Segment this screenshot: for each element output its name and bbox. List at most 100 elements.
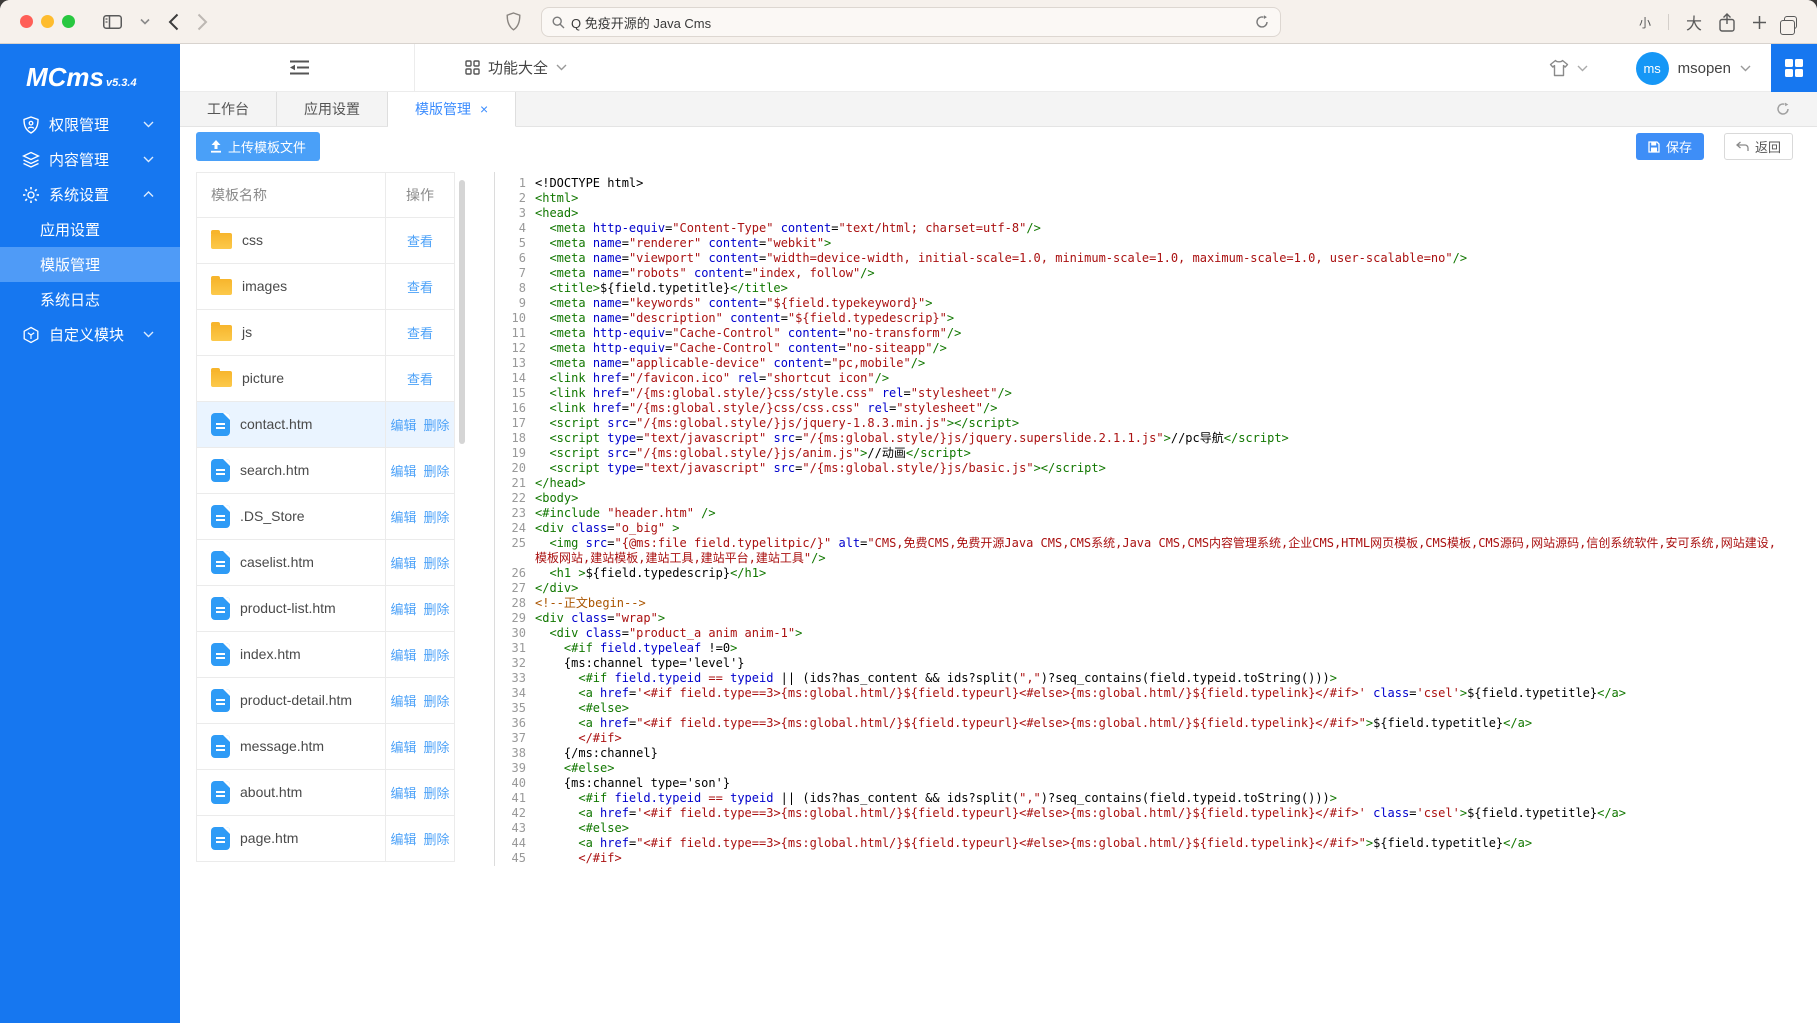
code-line[interactable]: 42 <a href='<#if field.type==3>{ms:globa…: [495, 806, 1793, 821]
code-line[interactable]: 14 <link href="/favicon.ico" rel="shortc…: [495, 371, 1793, 386]
table-row-picture[interactable]: picture查看: [197, 356, 454, 402]
code-line[interactable]: 6 <meta name="viewport" content="width=d…: [495, 251, 1793, 266]
edit-link[interactable]: 编辑: [390, 645, 416, 664]
code-line[interactable]: 29<div class="wrap">: [495, 611, 1793, 626]
code-line[interactable]: 24<div class="o_big" >: [495, 521, 1793, 536]
code-line[interactable]: 11 <meta http-equiv="Cache-Control" cont…: [495, 326, 1793, 341]
sidebar-chevron-icon[interactable]: [140, 18, 150, 25]
code-line[interactable]: 34 <a href='<#if field.type==3>{ms:globa…: [495, 686, 1793, 701]
code-line[interactable]: 15 <link href="/{ms:global.style/}css/st…: [495, 386, 1793, 401]
code-line[interactable]: 12 <meta http-equiv="Cache-Control" cont…: [495, 341, 1793, 356]
edit-link[interactable]: 编辑: [390, 507, 416, 526]
close-tab-icon[interactable]: ×: [480, 101, 488, 117]
table-row-caselist.htm[interactable]: caselist.htm编辑删除: [197, 540, 454, 586]
sidebar-item-系统设置[interactable]: 系统设置: [0, 177, 180, 212]
code-line[interactable]: 28<!--正文begin-->: [495, 596, 1793, 611]
code-line[interactable]: 45 </#if>: [495, 851, 1793, 866]
font-smaller-button[interactable]: 小: [1639, 14, 1651, 31]
table-row-page.htm[interactable]: page.htm编辑删除: [197, 816, 454, 862]
code-line[interactable]: 37 </#if>: [495, 731, 1793, 746]
user-menu[interactable]: ms msopen: [1636, 52, 1751, 85]
file-list-scrollbar[interactable]: [459, 180, 465, 444]
code-line[interactable]: 30 <div class="product_a anim anim-1">: [495, 626, 1793, 641]
view-link[interactable]: 查看: [407, 323, 433, 342]
new-tab-icon[interactable]: [1752, 15, 1767, 30]
edit-link[interactable]: 编辑: [390, 461, 416, 480]
code-line[interactable]: 19 <script src="/{ms:global.style/}js/an…: [495, 446, 1793, 461]
delete-link[interactable]: 删除: [424, 553, 450, 572]
save-button[interactable]: 保存: [1636, 133, 1704, 160]
tab-模版管理[interactable]: 模版管理×: [388, 92, 516, 127]
code-line[interactable]: 32 {ms:channel type='level'}: [495, 656, 1793, 671]
code-line[interactable]: 27</div>: [495, 581, 1793, 596]
code-line[interactable]: 21</head>: [495, 476, 1793, 491]
code-line[interactable]: 38 {/ms:channel}: [495, 746, 1793, 761]
table-row-about.htm[interactable]: about.htm编辑删除: [197, 770, 454, 816]
sidebar-subitem-系统日志[interactable]: 系统日志: [0, 282, 180, 317]
fullscreen-window-button[interactable]: [62, 15, 75, 28]
tab-工作台[interactable]: 工作台: [180, 92, 277, 126]
code-line[interactable]: 25 <img src="{@ms:file field.typelitpic/…: [495, 536, 1793, 566]
table-row-contact.htm[interactable]: contact.htm编辑删除: [197, 402, 454, 448]
code-line[interactable]: 35 <#else>: [495, 701, 1793, 716]
code-line[interactable]: 18 <script type="text/javascript" src="/…: [495, 431, 1793, 446]
table-row-js[interactable]: js查看: [197, 310, 454, 356]
table-row-index.htm[interactable]: index.htm编辑删除: [197, 632, 454, 678]
theme-switcher[interactable]: [1549, 59, 1588, 77]
code-line[interactable]: 10 <meta name="description" content="${f…: [495, 311, 1793, 326]
edit-link[interactable]: 编辑: [390, 415, 416, 434]
sidebar-item-自定义模块[interactable]: 自定义模块: [0, 317, 180, 352]
code-line[interactable]: 16 <link href="/{ms:global.style/}css/cs…: [495, 401, 1793, 416]
code-line[interactable]: 8 <title>${field.typetitle}</title>: [495, 281, 1793, 296]
view-link[interactable]: 查看: [407, 277, 433, 296]
delete-link[interactable]: 删除: [424, 829, 450, 848]
code-line[interactable]: 22<body>: [495, 491, 1793, 506]
reload-icon[interactable]: [1254, 14, 1270, 30]
sidebar-subitem-应用设置[interactable]: 应用设置: [0, 212, 180, 247]
url-bar[interactable]: Q 免疫开源的 Java Cms: [541, 7, 1281, 37]
table-row-message.htm[interactable]: message.htm编辑删除: [197, 724, 454, 770]
back-button[interactable]: [168, 13, 179, 31]
privacy-shield-icon[interactable]: [506, 12, 521, 31]
delete-link[interactable]: 删除: [424, 599, 450, 618]
table-row-.DS_Store[interactable]: .DS_Store编辑删除: [197, 494, 454, 540]
code-line[interactable]: 41 <#if field.typeid == typeid || (ids?h…: [495, 791, 1793, 806]
table-row-images[interactable]: images查看: [197, 264, 454, 310]
code-line[interactable]: 17 <script src="/{ms:global.style/}js/jq…: [495, 416, 1793, 431]
code-line[interactable]: 26 <h1 >${field.typedescrip}</h1>: [495, 566, 1793, 581]
refresh-tab-icon[interactable]: [1775, 101, 1791, 117]
forward-button[interactable]: [197, 13, 208, 31]
back-button-page[interactable]: 返回: [1724, 133, 1793, 160]
sidebar-subitem-模版管理[interactable]: 模版管理: [0, 247, 180, 282]
tab-overview-icon[interactable]: [1784, 16, 1797, 29]
sidebar-toggle-icon[interactable]: [103, 15, 122, 29]
delete-link[interactable]: 删除: [424, 691, 450, 710]
view-link[interactable]: 查看: [407, 369, 433, 388]
delete-link[interactable]: 删除: [424, 645, 450, 664]
code-line[interactable]: 9 <meta name="keywords" content="${field…: [495, 296, 1793, 311]
code-line[interactable]: 31 <#if field.typeleaf !=0>: [495, 641, 1793, 656]
code-line[interactable]: 7 <meta name="robots" content="index, fo…: [495, 266, 1793, 281]
minimize-window-button[interactable]: [41, 15, 54, 28]
code-line[interactable]: 2<html>: [495, 191, 1793, 206]
edit-link[interactable]: 编辑: [390, 553, 416, 572]
sidebar-item-权限管理[interactable]: 权限管理: [0, 107, 180, 142]
font-larger-button[interactable]: 大: [1686, 10, 1702, 34]
edit-link[interactable]: 编辑: [390, 783, 416, 802]
code-line[interactable]: 44 <a href="<#if field.type==3>{ms:globa…: [495, 836, 1793, 851]
edit-link[interactable]: 编辑: [390, 691, 416, 710]
delete-link[interactable]: 删除: [424, 783, 450, 802]
delete-link[interactable]: 删除: [424, 415, 450, 434]
edit-link[interactable]: 编辑: [390, 737, 416, 756]
table-row-product-detail.htm[interactable]: product-detail.htm编辑删除: [197, 678, 454, 724]
code-line[interactable]: 13 <meta name="applicable-device" conten…: [495, 356, 1793, 371]
table-row-product-list.htm[interactable]: product-list.htm编辑删除: [197, 586, 454, 632]
tab-应用设置[interactable]: 应用设置: [277, 92, 388, 126]
code-line[interactable]: 36 <a href="<#if field.type==3>{ms:globa…: [495, 716, 1793, 731]
code-line[interactable]: 20 <script type="text/javascript" src="/…: [495, 461, 1793, 476]
code-line[interactable]: 3<head>: [495, 206, 1793, 221]
collapse-sidebar-icon[interactable]: [290, 60, 309, 75]
delete-link[interactable]: 删除: [424, 461, 450, 480]
apps-grid-button[interactable]: [1771, 44, 1817, 92]
delete-link[interactable]: 删除: [424, 507, 450, 526]
